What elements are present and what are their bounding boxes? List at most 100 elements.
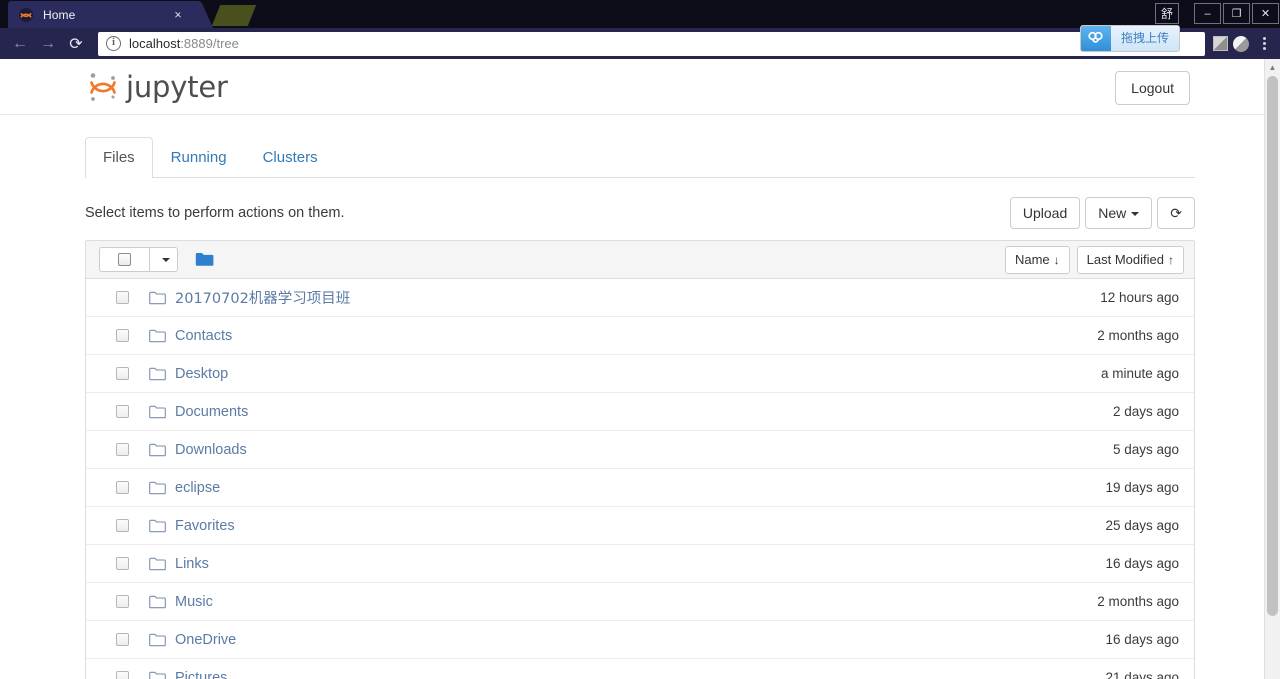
page-scrollbar[interactable]: ▲ [1264, 59, 1280, 679]
folder-icon [149, 671, 166, 679]
file-name-link[interactable]: OneDrive [175, 632, 236, 648]
select-all-checkbox[interactable] [118, 253, 131, 266]
upload-button[interactable]: Upload [1009, 197, 1081, 229]
row-checkbox[interactable] [116, 519, 129, 532]
row-checkbox[interactable] [116, 291, 129, 304]
chevron-down-icon [1131, 212, 1140, 217]
folder-icon [149, 405, 166, 419]
jupyter-logo[interactable]: jupyter [88, 70, 228, 104]
table-row[interactable]: Pictures 21 days ago [86, 659, 1194, 679]
browser-tab-home[interactable]: Home × [8, 1, 214, 28]
tab-running[interactable]: Running [153, 137, 245, 178]
file-modified: 2 months ago [1097, 328, 1179, 343]
selection-hint: Select items to perform actions on them. [85, 205, 345, 221]
table-row[interactable]: Desktop a minute ago [86, 355, 1194, 393]
table-row[interactable]: Links 16 days ago [86, 545, 1194, 583]
file-name-link[interactable]: Contacts [175, 328, 232, 344]
window-controls: 舒 – ❐ ✕ [1154, 0, 1280, 27]
netdisk-icon [1080, 26, 1111, 51]
minimize-button[interactable]: – [1194, 3, 1221, 24]
table-row[interactable]: Favorites 25 days ago [86, 507, 1194, 545]
jupyter-content: Files Running Clusters Select items to p… [85, 115, 1195, 679]
table-row[interactable]: eclipse 19 days ago [86, 469, 1194, 507]
folder-icon [149, 519, 166, 533]
folder-icon [149, 329, 166, 343]
refresh-button[interactable]: ⟳ [1157, 197, 1195, 229]
table-row[interactable]: Contacts 2 months ago [86, 317, 1194, 355]
sort-modified-label: Last Modified [1086, 251, 1164, 267]
sort-by-modified-button[interactable]: Last Modified ↑ [1076, 245, 1184, 274]
file-name-link[interactable]: 20170702机器学习项目班 [175, 287, 350, 308]
jupyter-header: jupyter Logout [0, 59, 1280, 115]
file-modified: a minute ago [1100, 366, 1179, 381]
folder-icon [149, 443, 166, 457]
table-row[interactable]: 20170702机器学习项目班 12 hours ago [86, 279, 1194, 317]
new-tab-button[interactable] [211, 5, 257, 26]
site-info-icon[interactable]: i [106, 36, 121, 51]
row-checkbox[interactable] [116, 633, 129, 646]
file-name-link[interactable]: eclipse [175, 480, 220, 496]
file-name-link[interactable]: Music [175, 594, 213, 610]
url-path: :8889/tree [180, 36, 239, 51]
select-all-group[interactable] [99, 247, 178, 272]
file-modified: 25 days ago [1105, 518, 1179, 533]
file-name-link[interactable]: Downloads [175, 442, 247, 458]
table-row[interactable]: Downloads 5 days ago [86, 431, 1194, 469]
logout-button[interactable]: Logout [1115, 71, 1190, 105]
netdisk-upload-badge[interactable]: 拖拽上传 [1079, 25, 1180, 52]
row-checkbox[interactable] [116, 557, 129, 570]
tab-files[interactable]: Files [85, 137, 153, 178]
jupyter-favicon-icon [18, 7, 34, 23]
reload-icon[interactable]: ⟳ [62, 30, 90, 58]
file-name-link[interactable]: Desktop [175, 366, 228, 382]
extension-circle-icon[interactable] [1233, 35, 1249, 52]
file-name-link[interactable]: Documents [175, 404, 248, 420]
browser-tab-title: Home [43, 7, 76, 22]
select-all-checkbox-cell[interactable] [99, 247, 149, 272]
maximize-button[interactable]: ❐ [1223, 3, 1250, 24]
address-bar[interactable]: i localhost :8889/tree [98, 31, 1205, 56]
row-checkbox[interactable] [116, 671, 129, 679]
sort-by-name-button[interactable]: Name ↓ [1004, 245, 1070, 274]
select-all-dropdown[interactable] [149, 247, 178, 272]
row-checkbox[interactable] [116, 481, 129, 494]
ime-indicator[interactable]: 舒 [1155, 3, 1179, 24]
browser-navbar: ← → ⟳ i localhost :8889/tree 拖拽上传 [0, 25, 1280, 59]
back-icon[interactable]: ← [6, 30, 34, 58]
window-close-button[interactable]: ✕ [1252, 3, 1279, 24]
forward-icon[interactable]: → [34, 30, 62, 58]
chrome-menu-icon[interactable] [1254, 34, 1274, 54]
jupyter-logo-icon [88, 70, 118, 104]
row-checkbox[interactable] [116, 405, 129, 418]
folder-blue-icon[interactable] [195, 252, 214, 267]
jupyter-wordmark: jupyter [126, 69, 228, 104]
new-button[interactable]: New [1085, 197, 1153, 229]
table-row[interactable]: Music 2 months ago [86, 583, 1194, 621]
file-name-link[interactable]: Favorites [175, 518, 235, 534]
netdisk-upload-label: 拖拽上传 [1110, 26, 1179, 51]
file-modified: 2 months ago [1097, 594, 1179, 609]
jupyter-page: jupyter Logout Files Running Clusters Se… [0, 59, 1280, 679]
file-name-link[interactable]: Links [175, 556, 209, 572]
sort-name-label: Name [1014, 251, 1050, 267]
file-name-link[interactable]: Pictures [175, 670, 227, 679]
scroll-up-icon[interactable]: ▲ [1265, 59, 1280, 75]
folder-icon [149, 367, 166, 381]
tab-shape [174, 1, 214, 28]
row-checkbox[interactable] [116, 443, 129, 456]
chevron-down-icon [162, 257, 170, 262]
browser-toolbar-icons [1213, 34, 1274, 54]
table-row[interactable]: Documents 2 days ago [86, 393, 1194, 431]
scrollbar-thumb[interactable] [1267, 76, 1278, 616]
row-checkbox[interactable] [116, 595, 129, 608]
arrow-down-icon: ↓ [1053, 252, 1060, 267]
extension-square-icon[interactable] [1213, 36, 1228, 51]
row-checkbox[interactable] [116, 367, 129, 380]
tab-clusters[interactable]: Clusters [245, 137, 336, 178]
folder-icon [149, 633, 166, 647]
file-modified: 12 hours ago [1100, 290, 1179, 305]
file-modified: 16 days ago [1105, 556, 1179, 571]
file-modified: 16 days ago [1105, 632, 1179, 647]
row-checkbox[interactable] [116, 329, 129, 342]
table-row[interactable]: OneDrive 16 days ago [86, 621, 1194, 659]
